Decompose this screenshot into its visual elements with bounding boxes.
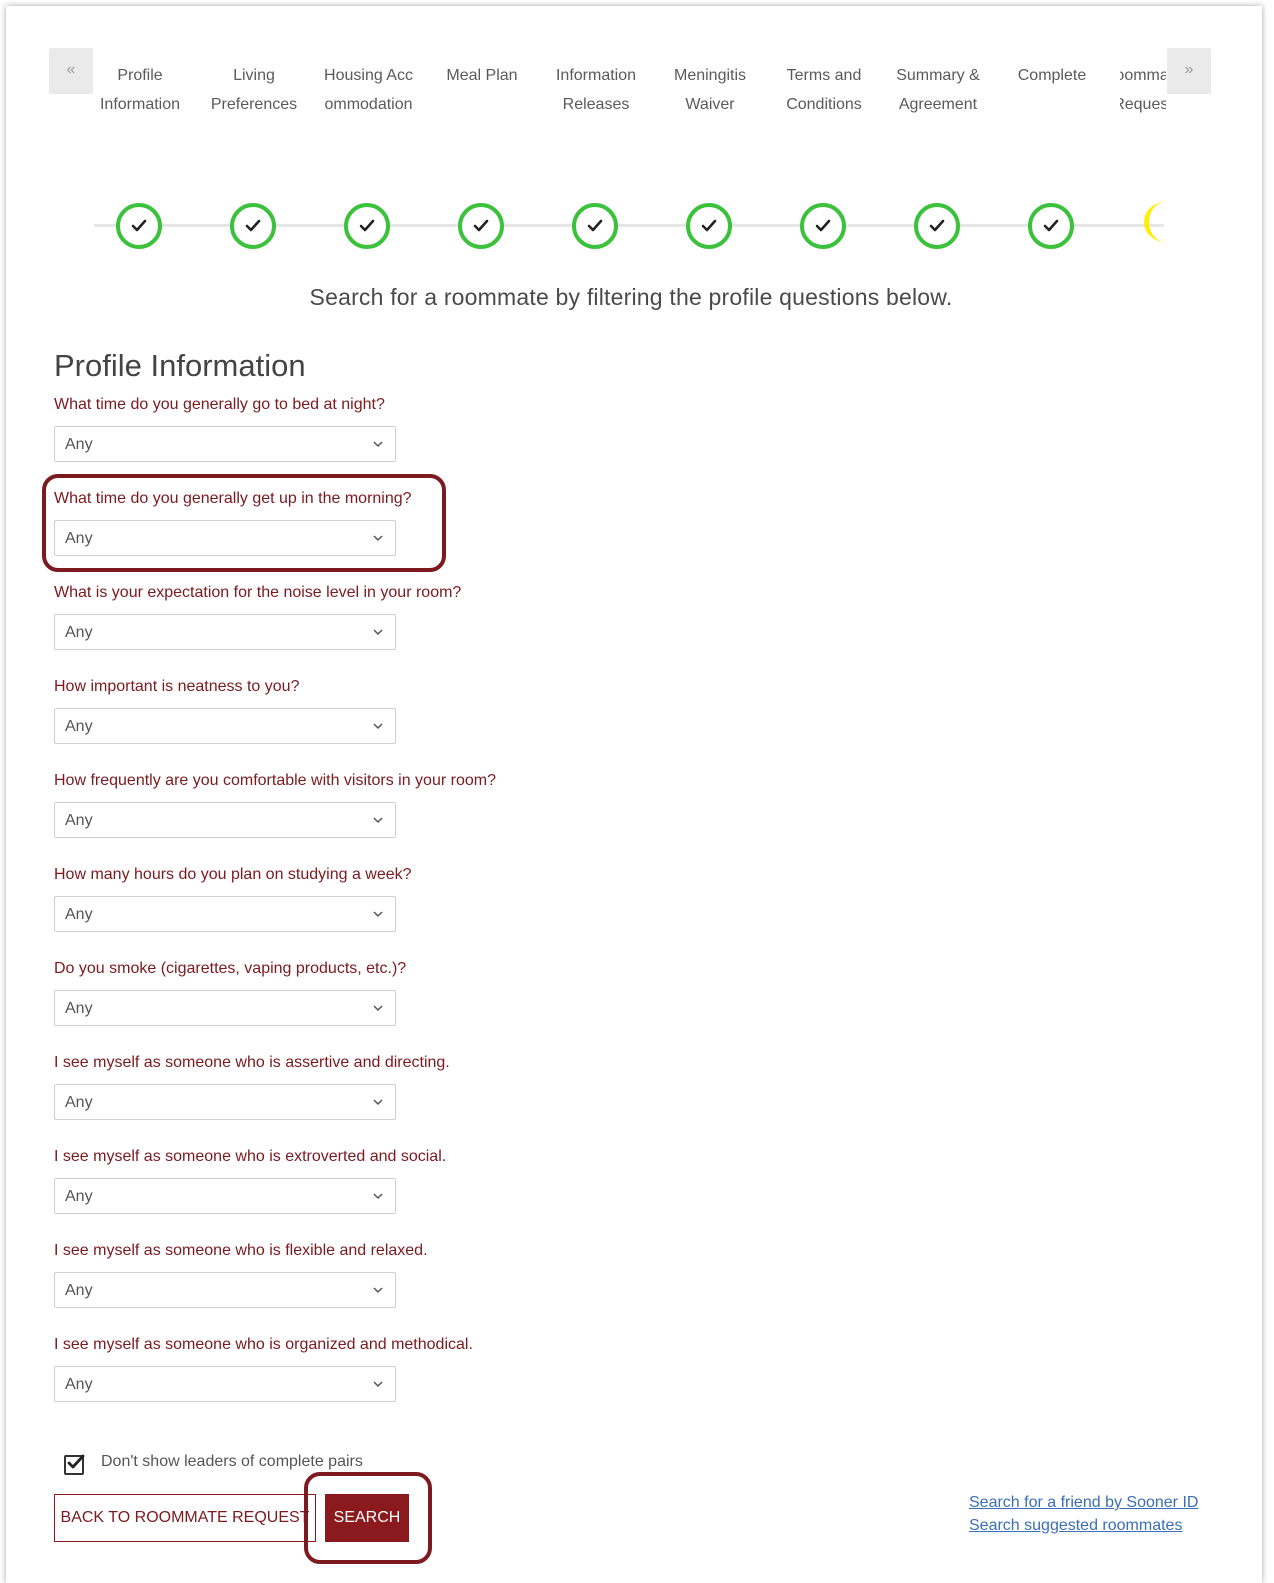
flexible-select[interactable]: Any <box>54 1272 396 1308</box>
step-complete-check-icon[interactable] <box>572 203 618 249</box>
study-hours-select[interactable]: Any <box>54 896 396 932</box>
search-suggested-link[interactable]: Search suggested roommates <box>969 1517 1182 1535</box>
question-label: I see myself as someone who is assertive… <box>54 1054 450 1071</box>
question-assertive: I see myself as someone who is assertive… <box>54 1054 754 1148</box>
chevron-down-icon <box>373 1005 383 1012</box>
step-label-living-preferences[interactable]: Living Preferences <box>199 61 309 119</box>
hide-complete-pairs-checkbox[interactable] <box>64 1454 85 1475</box>
wake-time-highlight <box>42 474 446 572</box>
step-complete-check-icon[interactable] <box>458 203 504 249</box>
double-chevron-left-icon: « <box>66 61 76 78</box>
question-visitors: How frequently are you comfortable with … <box>54 772 754 866</box>
question-label: I see myself as someone who is extrovert… <box>54 1148 447 1165</box>
chevron-down-icon <box>373 1287 383 1294</box>
select-value: Any <box>65 812 93 829</box>
step-label-roommate-request[interactable]: Roommate Request <box>1120 61 1166 121</box>
double-chevron-right-icon: » <box>1184 61 1194 78</box>
step-label-meningitis-waiver[interactable]: Meningitis Waiver <box>655 61 765 119</box>
step-complete-check-icon[interactable] <box>344 203 390 249</box>
select-value: Any <box>65 1282 93 1299</box>
search-button-highlight <box>304 1472 432 1564</box>
next-steps-button[interactable]: » <box>1167 48 1211 94</box>
chevron-down-icon <box>373 1193 383 1200</box>
step-label-profile-information[interactable]: Profile Information <box>85 61 195 119</box>
question-label: What is your expectation for the noise l… <box>54 584 462 601</box>
step-complete-check-icon[interactable] <box>800 203 846 249</box>
question-label: How important is neatness to you? <box>54 678 300 695</box>
assertive-select[interactable]: Any <box>54 1084 396 1120</box>
question-extroverted: I see myself as someone who is extrovert… <box>54 1148 754 1242</box>
search-friend-link[interactable]: Search for a friend by Sooner ID <box>969 1494 1198 1512</box>
chevron-down-icon <box>373 441 383 448</box>
visitors-select[interactable]: Any <box>54 802 396 838</box>
roommate-search-page: « Profile Information Living Preferences… <box>6 6 1262 1583</box>
organized-select[interactable]: Any <box>54 1366 396 1402</box>
question-flexible: I see myself as someone who is flexible … <box>54 1242 754 1336</box>
chevron-down-icon <box>373 911 383 918</box>
hide-complete-pairs-label[interactable]: Don't show leaders of complete pairs <box>101 1453 363 1471</box>
noise-level-select[interactable]: Any <box>54 614 396 650</box>
step-label-information-releases[interactable]: Information Releases <box>541 61 651 119</box>
back-to-roommate-request-button[interactable]: BACK TO ROOMMATE REQUEST <box>54 1494 316 1542</box>
step-overflow-mask <box>1167 186 1227 256</box>
question-noise-level: What is your expectation for the noise l… <box>54 584 754 678</box>
question-smoking: Do you smoke (cigarettes, vaping product… <box>54 960 754 1054</box>
extroverted-select[interactable]: Any <box>54 1178 396 1214</box>
step-complete-check-icon[interactable] <box>686 203 732 249</box>
step-label-housing-accommodation[interactable]: Housing Accommodation <box>321 61 416 119</box>
question-neatness: How important is neatness to you? Any <box>54 678 754 772</box>
smoking-select[interactable]: Any <box>54 990 396 1026</box>
select-value: Any <box>65 906 93 923</box>
select-value: Any <box>65 624 93 641</box>
select-value: Any <box>65 1000 93 1017</box>
question-label: How frequently are you comfortable with … <box>54 772 496 789</box>
step-label-roommate-request-text: Roommate Request <box>1120 67 1166 113</box>
select-value: Any <box>65 718 93 735</box>
select-value: Any <box>65 436 93 453</box>
section-title: Profile Information <box>54 348 306 383</box>
step-complete-check-icon[interactable] <box>116 203 162 249</box>
question-label: What time do you generally go to bed at … <box>54 396 385 413</box>
question-label: I see myself as someone who is flexible … <box>54 1242 428 1259</box>
select-value: Any <box>65 1188 93 1205</box>
step-label-terms-and-conditions[interactable]: Terms and Conditions <box>769 61 879 119</box>
neatness-select[interactable]: Any <box>54 708 396 744</box>
select-value: Any <box>65 1094 93 1111</box>
chevron-down-icon <box>373 817 383 824</box>
chevron-down-icon <box>373 723 383 730</box>
step-complete-check-icon[interactable] <box>914 203 960 249</box>
step-complete-check-icon[interactable] <box>1028 203 1074 249</box>
question-label: I see myself as someone who is organized… <box>54 1336 473 1353</box>
chevron-down-icon <box>373 1099 383 1106</box>
select-value: Any <box>65 1376 93 1393</box>
question-label: How many hours do you plan on studying a… <box>54 866 412 883</box>
question-label: Do you smoke (cigarettes, vaping product… <box>54 960 407 977</box>
step-label-complete[interactable]: Complete <box>997 61 1107 90</box>
bedtime-select[interactable]: Any <box>54 426 396 462</box>
step-complete-check-icon[interactable] <box>230 203 276 249</box>
checkmark-icon <box>67 1454 85 1469</box>
question-organized: I see myself as someone who is organized… <box>54 1336 754 1430</box>
question-study-hours: How many hours do you plan on studying a… <box>54 866 754 960</box>
step-label-summary-agreement[interactable]: Summary & Agreement <box>883 61 993 119</box>
chevron-down-icon <box>373 1381 383 1388</box>
page-subtitle: Search for a roommate by filtering the p… <box>309 284 953 310</box>
step-label-meal-plan[interactable]: Meal Plan <box>427 61 537 90</box>
chevron-down-icon <box>373 629 383 636</box>
